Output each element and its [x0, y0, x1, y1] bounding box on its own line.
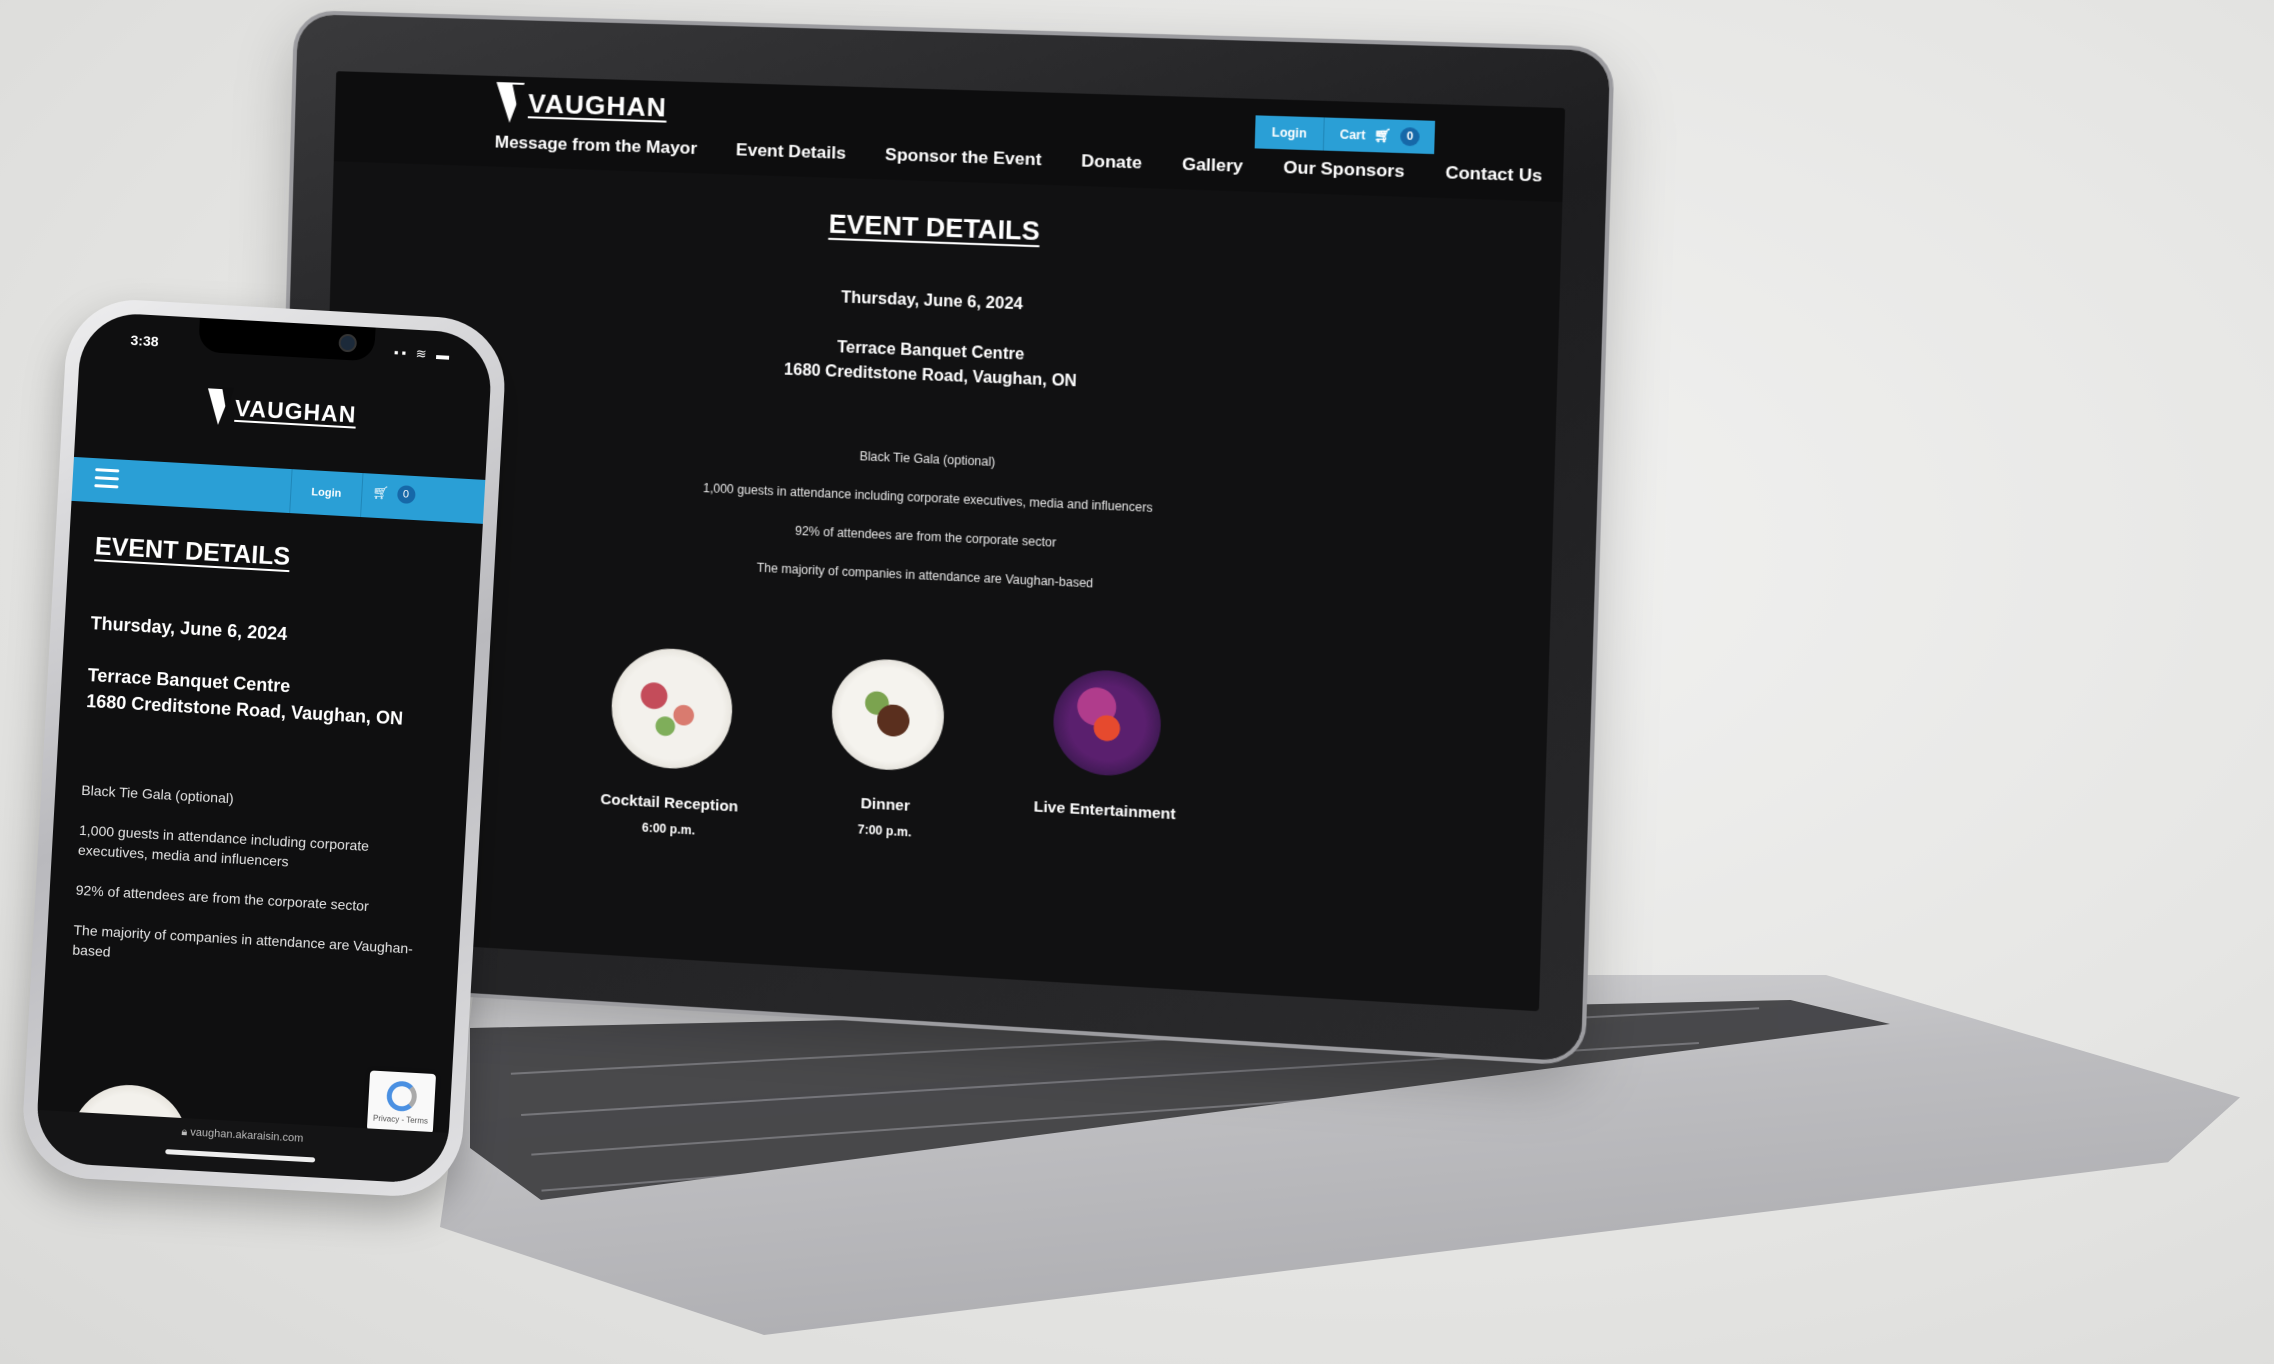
card-title: Cocktail Reception	[600, 790, 739, 816]
phone-notch	[198, 317, 376, 362]
recaptcha-badge[interactable]: Privacy - Terms	[366, 1070, 437, 1135]
page-title: EVENT DETAILS	[828, 208, 1041, 247]
entertainment-photo	[1052, 667, 1163, 779]
phone-device: 3:38 ▪︎▪︎ ≋ ▬ VAUGHAN Login 🛒︎ 0 EVENT D…	[19, 296, 509, 1200]
site-header: VAUGHAN Login Cart 🛒︎ 0 Message from the…	[333, 71, 1566, 203]
event-program: Cocktail Reception 6:00 p.m. Dinner 7:00…	[577, 644, 1204, 866]
status-icons: ▪︎▪︎ ≋ ▬	[393, 344, 453, 363]
cart-icon: 🛒︎	[372, 484, 390, 501]
nav-contact-us[interactable]: Contact Us	[1445, 163, 1542, 187]
event-venue: Terrace Banquet Centre 1680 Creditstone …	[328, 316, 1558, 414]
lock-icon: 🔒︎	[181, 1125, 188, 1139]
nav-sponsor-the-event[interactable]: Sponsor the Event	[885, 145, 1042, 171]
card-time	[1010, 825, 1199, 835]
cocktail-photo	[610, 645, 734, 772]
recaptcha-text: Privacy - Terms	[372, 1113, 429, 1126]
logo-text: VAUGHAN	[234, 394, 358, 428]
nav-message-from-the-mayor[interactable]: Message from the Mayor	[495, 132, 698, 159]
hamburger-menu-icon[interactable]	[94, 468, 120, 491]
recaptcha-icon	[385, 1079, 418, 1112]
login-button[interactable]: Login	[1254, 115, 1326, 151]
card-time: 6:00 p.m.	[641, 820, 696, 838]
vaughan-logo-mark-icon	[495, 82, 525, 124]
laptop-screen: VAUGHAN Login Cart 🛒︎ 0 Message from the…	[312, 71, 1566, 1012]
vaughan-logo[interactable]: VAUGHAN	[495, 82, 667, 128]
cart-count-badge: 0	[1399, 127, 1420, 147]
phone-screen: 3:38 ▪︎▪︎ ≋ ▬ VAUGHAN Login 🛒︎ 0 EVENT D…	[34, 311, 494, 1185]
vaughan-logo-mark-icon	[205, 388, 232, 426]
status-time: 3:38	[130, 331, 160, 350]
front-camera-icon	[338, 333, 358, 353]
dinner-photo	[830, 656, 946, 773]
device-mockup: VAUGHAN Login Cart 🛒︎ 0 Message from the…	[0, 0, 2274, 1364]
nav-our-sponsors[interactable]: Our Sponsors	[1283, 158, 1405, 183]
cart-button[interactable]: 🛒︎ 0	[372, 484, 416, 505]
program-card-cocktail: Cocktail Reception 6:00 p.m.	[577, 644, 766, 841]
event-venue: Terrace Banquet Centre 1680 Creditstone …	[86, 662, 448, 734]
program-card-entertainment: Live Entertainment	[1009, 666, 1204, 866]
event-details-section: EVENT DETAILS Thursday, June 6, 2024 Ter…	[71, 532, 455, 999]
event-date: Thursday, June 6, 2024	[90, 613, 288, 645]
nav-donate[interactable]: Donate	[1081, 151, 1142, 174]
card-title: Dinner	[860, 794, 911, 815]
event-fact: Black Tie Gala (optional)	[80, 781, 235, 807]
page-title: EVENT DETAILS	[94, 532, 291, 572]
login-button[interactable]: Login	[289, 469, 364, 518]
event-fact: The majority of companies in attendance …	[71, 921, 414, 960]
cart-button[interactable]: Cart 🛒︎ 0	[1324, 117, 1436, 155]
event-details-section: EVENT DETAILS Thursday, June 6, 2024 Ter…	[322, 191, 1561, 637]
cart-icon: 🛒︎	[1373, 127, 1392, 144]
card-time: 7:00 p.m.	[857, 822, 912, 840]
cart-count-badge: 0	[396, 485, 416, 505]
nav-gallery[interactable]: Gallery	[1182, 154, 1244, 177]
program-card-dinner: Dinner 7:00 p.m.	[791, 655, 983, 853]
vaughan-logo[interactable]: VAUGHAN	[205, 388, 358, 432]
card-title: Live Entertainment	[1033, 798, 1176, 824]
event-fact: 92% of attendees are from the corporate …	[75, 881, 370, 915]
cart-label: Cart	[1339, 127, 1366, 143]
utility-bar: Login Cart 🛒︎ 0	[1254, 115, 1436, 155]
mobile-nav-bar: Login 🛒︎ 0	[71, 456, 486, 524]
logo-text: VAUGHAN	[527, 87, 668, 123]
nav-event-details[interactable]: Event Details	[736, 140, 846, 164]
event-fact: 1,000 guests in attendance including cor…	[77, 821, 370, 870]
